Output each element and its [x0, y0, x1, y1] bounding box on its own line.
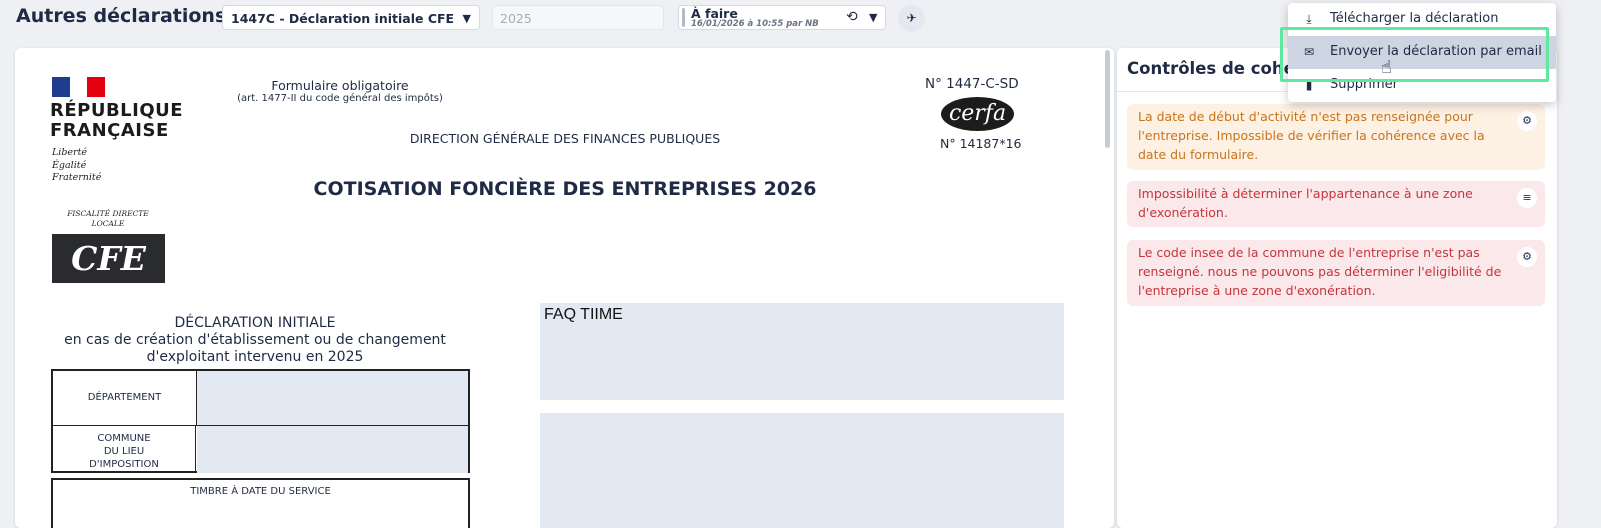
status-select[interactable]: À faire 16/01/2026 à 10:55 par NB ⟲ ▼ — [678, 5, 886, 30]
download-icon: ⤓ — [1306, 12, 1312, 26]
controls-panel: Contrôles de cohérence La date de début … — [1117, 48, 1557, 528]
marianne-flag-logo — [52, 77, 105, 97]
cerfa-logo: cerfa — [941, 97, 1014, 131]
caret-down-icon[interactable]: ▼ — [869, 11, 877, 24]
mandatory-form-label: Formulaire obligatoire — [271, 78, 409, 93]
page-title: Autres déclarations — [16, 5, 227, 27]
timbre-box: TIMBRE À DATE DU SERVICE — [51, 478, 470, 528]
commune-field[interactable] — [197, 426, 468, 473]
cfe-logo: CFE — [52, 234, 165, 283]
control-item: Le code insee de la commune de l'entrepr… — [1127, 240, 1545, 306]
status-meta: 16/01/2026 à 10:55 par NB — [691, 19, 819, 29]
status-indicator — [682, 8, 685, 27]
declaration-select-value: 1447C - Déclaration initiale CFE — [231, 11, 455, 26]
document-scrollbar[interactable] — [1105, 50, 1110, 148]
departement-field[interactable] — [197, 371, 468, 426]
commune-label: COMMUNE DU LIEU D'IMPOSITION — [53, 426, 196, 473]
assign-user-button[interactable]: ✈ — [898, 5, 925, 32]
declaration-document: RÉPUBLIQUE FRANÇAISE Liberté Égalité Fra… — [15, 48, 1114, 528]
year-input[interactable]: 2025 — [492, 5, 664, 30]
form-title: COTISATION FONCIÈRE DES ENTREPRISES 2026 — [313, 178, 817, 200]
user-clock-icon: ✈ — [906, 11, 917, 25]
control-item-text: La date de début d'activité n'est pas re… — [1138, 109, 1485, 162]
republic-label: RÉPUBLIQUE FRANÇAISE — [50, 100, 184, 141]
cerfa-number-2: N° 14187*16 — [940, 136, 1022, 151]
faq-field-value: FAQ TIIME — [544, 306, 623, 323]
dgfip-label: DIRECTION GÉNÉRALE DES FINANCES PUBLIQUE… — [409, 131, 721, 146]
history-icon[interactable]: ⟲ — [846, 9, 858, 25]
control-item-text: Impossibilité à déterminer l'appartenanc… — [1138, 186, 1473, 220]
gear-icon[interactable]: ⚙ — [1517, 247, 1537, 267]
gear-icon[interactable]: ⚙ — [1517, 111, 1537, 131]
fiscalite-label: FISCALITÉ DIRECTE LOCALE — [67, 209, 149, 228]
caret-down-icon: ▼ — [462, 12, 471, 25]
control-item-text: Le code insee de la commune de l'entrepr… — [1138, 245, 1502, 298]
mandatory-form-reference: (art. 1477-II du code général des impôts… — [237, 93, 443, 104]
devise-text: Liberté Égalité Fraternité — [52, 147, 102, 183]
address-field[interactable] — [540, 413, 1064, 528]
menu-item-label: Télécharger la déclaration — [1330, 11, 1499, 26]
focus-highlight — [1280, 27, 1549, 82]
declaration-heading: DÉCLARATION INITIALE en cas de création … — [64, 315, 446, 365]
hand-cursor-icon: ☝ — [1381, 57, 1392, 78]
cerfa-number: N° 1447-C-SD — [925, 76, 1019, 92]
faq-field[interactable]: FAQ TIIME — [540, 303, 1064, 400]
search-list-icon[interactable]: ≡ — [1517, 188, 1537, 208]
declaration-select[interactable]: 1447C - Déclaration initiale CFE ▼ — [222, 5, 480, 30]
control-item: La date de début d'activité n'est pas re… — [1127, 104, 1545, 170]
control-item: Impossibilité à déterminer l'appartenanc… — [1127, 181, 1545, 227]
location-table: DÉPARTEMENT COMMUNE DU LIEU D'IMPOSITION — [51, 369, 470, 473]
departement-label: DÉPARTEMENT — [53, 371, 197, 426]
